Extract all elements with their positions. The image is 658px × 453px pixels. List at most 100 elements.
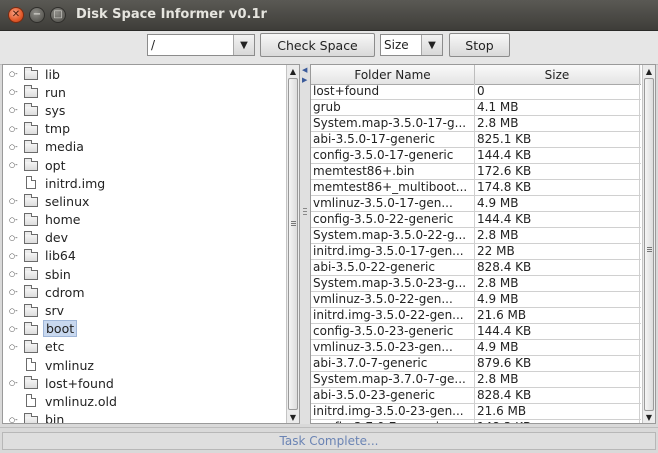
table-scrollbar[interactable]: ▲ ▼ xyxy=(642,65,655,423)
scroll-down-icon[interactable]: ▼ xyxy=(643,411,655,423)
table-row[interactable]: grub 4.1 MB xyxy=(311,100,641,116)
separator xyxy=(0,427,658,428)
tree-node[interactable]: ○- sbin xyxy=(3,265,285,283)
tree-scroll-thumb[interactable] xyxy=(288,78,298,410)
tree-node[interactable]: ○- home xyxy=(3,211,285,229)
table-row[interactable]: initrd.img-3.5.0-17-gen... 22 MB xyxy=(311,244,641,260)
collapse-right-icon[interactable]: ▶ xyxy=(302,76,307,84)
expand-toggle-icon[interactable]: ○- xyxy=(9,125,19,133)
tree-node[interactable]: ○- opt xyxy=(3,156,285,174)
folder-tree[interactable]: ○- lib ○- run ○- sys ○- tmp ○- media ○- opt initrd.i… xyxy=(3,65,285,423)
folder-icon xyxy=(23,158,39,172)
tree-node[interactable]: vmlinuz xyxy=(3,356,285,374)
expand-toggle-icon[interactable]: ○- xyxy=(9,288,19,296)
expand-toggle-icon[interactable]: ○- xyxy=(9,325,19,333)
table-row[interactable]: lost+found 0 xyxy=(311,84,641,100)
scroll-up-icon[interactable]: ▲ xyxy=(643,65,655,77)
table-row[interactable]: System.map-3.5.0-22-g... 2.8 MB xyxy=(311,228,641,244)
tree-node[interactable]: ○- lost+found xyxy=(3,374,285,392)
collapse-left-icon[interactable]: ◀ xyxy=(302,66,307,74)
table-body: lost+found 0 grub 4.1 MB System.map-3.5.0-17… xyxy=(311,84,641,423)
minimize-window-button[interactable]: − xyxy=(29,7,45,23)
table-row[interactable]: System.map-3.7.0-7-ge... 2.8 MB xyxy=(311,372,641,388)
table-row[interactable]: vmlinuz-3.5.0-23-gen... 4.9 MB xyxy=(311,340,641,356)
table-row[interactable]: abi-3.5.0-23-generic 828.4 KB xyxy=(311,388,641,404)
folder-icon xyxy=(23,376,39,390)
tree-node-label: media xyxy=(45,139,84,155)
table-scroll-thumb[interactable] xyxy=(644,78,654,411)
table-row[interactable]: initrd.img-3.5.0-22-gen... 21.6 MB xyxy=(311,308,641,324)
tree-node[interactable]: initrd.img xyxy=(3,174,285,192)
tree-node[interactable]: ○- lib xyxy=(3,65,285,83)
expand-toggle-icon[interactable]: ○- xyxy=(9,216,19,224)
tree-node-label: initrd.img xyxy=(45,175,106,191)
scroll-up-icon[interactable]: ▲ xyxy=(287,65,299,77)
scroll-down-icon[interactable]: ▼ xyxy=(287,411,299,423)
folder-name-cell: vmlinuz-3.5.0-23-gen... xyxy=(311,340,475,355)
table-row[interactable]: abi-3.5.0-22-generic 828.4 KB xyxy=(311,260,641,276)
folder-name-cell: vmlinuz-3.5.0-17-gen... xyxy=(311,196,475,211)
table-row[interactable]: abi-3.5.0-17-generic 825.1 KB xyxy=(311,132,641,148)
tree-scrollbar[interactable]: ▲ ▼ xyxy=(286,65,299,423)
check-space-button[interactable]: Check Space xyxy=(260,33,375,57)
chevron-down-icon[interactable]: ▼ xyxy=(233,35,254,55)
tree-node[interactable]: vmlinuz.old xyxy=(3,392,285,410)
chevron-down-icon[interactable]: ▼ xyxy=(421,35,442,55)
path-combobox[interactable]: / ▼ xyxy=(147,34,255,56)
expand-toggle-icon[interactable]: ○- xyxy=(9,416,19,423)
table-row[interactable]: vmlinuz-3.5.0-17-gen... 4.9 MB xyxy=(311,196,641,212)
stop-button[interactable]: Stop xyxy=(449,33,510,57)
tree-node[interactable]: ○- cdrom xyxy=(3,283,285,301)
folder-name-cell: System.map-3.5.0-17-g... xyxy=(311,116,475,131)
split-pane-divider[interactable]: ◀ ▶ xyxy=(300,64,310,424)
tree-node[interactable]: ○- run xyxy=(3,83,285,101)
expand-toggle-icon[interactable]: ○- xyxy=(9,197,19,205)
folder-tree-panel[interactable]: ○- lib ○- run ○- sys ○- tmp ○- media ○- opt initrd.i… xyxy=(2,64,300,424)
table-row[interactable]: System.map-3.5.0-17-g... 2.8 MB xyxy=(311,116,641,132)
folder-name-cell: memtest86+.bin xyxy=(311,164,475,179)
tree-node-label: dev xyxy=(45,230,69,246)
expand-toggle-icon[interactable]: ○- xyxy=(9,234,19,242)
sort-combobox[interactable]: Size ▼ xyxy=(380,34,443,56)
column-header-folder-name[interactable]: Folder Name xyxy=(311,65,475,84)
expand-toggle-icon[interactable]: ○- xyxy=(9,270,19,278)
table-row[interactable]: config-3.5.0-22-generic 144.4 KB xyxy=(311,212,641,228)
tree-node[interactable]: ○- boot xyxy=(3,320,285,338)
tree-node-label: vmlinuz xyxy=(45,357,94,373)
size-cell: 2.8 MB xyxy=(475,372,640,387)
expand-toggle-icon[interactable]: ○- xyxy=(9,252,19,260)
tree-node[interactable]: ○- srv xyxy=(3,301,285,319)
tree-node[interactable]: ○- bin xyxy=(3,411,285,423)
table-row[interactable]: initrd.img-3.5.0-23-gen... 21.6 MB xyxy=(311,404,641,420)
table-row[interactable]: vmlinuz-3.5.0-22-gen... 4.9 MB xyxy=(311,292,641,308)
table-row[interactable]: memtest86+_multiboot... 174.8 KB xyxy=(311,180,641,196)
expand-toggle-icon[interactable]: ○- xyxy=(9,379,19,387)
expand-toggle-icon[interactable]: ○- xyxy=(9,88,19,96)
expand-toggle-icon[interactable]: ○- xyxy=(9,161,19,169)
folder-name-cell: grub xyxy=(311,100,475,115)
tree-node[interactable]: ○- lib64 xyxy=(3,247,285,265)
folder-icon xyxy=(23,412,39,423)
table-row[interactable]: System.map-3.5.0-23-g... 2.8 MB xyxy=(311,276,641,292)
tree-node[interactable]: ○- dev xyxy=(3,229,285,247)
expand-toggle-icon[interactable]: ○- xyxy=(9,106,19,114)
table-row[interactable]: config-3.7.0-7-generic148.3 KB xyxy=(311,420,641,423)
tree-node[interactable]: ○- tmp xyxy=(3,120,285,138)
folder-name-cell: System.map-3.7.0-7-ge... xyxy=(311,372,475,387)
tree-node[interactable]: ○- media xyxy=(3,138,285,156)
expand-toggle-icon[interactable]: ○- xyxy=(9,307,19,315)
tree-node[interactable]: ○- etc xyxy=(3,338,285,356)
tree-node[interactable]: ○- sys xyxy=(3,101,285,119)
table-row[interactable]: abi-3.7.0-7-generic 879.6 KB xyxy=(311,356,641,372)
expand-toggle-icon[interactable]: ○- xyxy=(9,143,19,151)
tree-node[interactable]: ○- selinux xyxy=(3,192,285,210)
table-row[interactable]: config-3.5.0-17-generic 144.4 KB xyxy=(311,148,641,164)
column-header-size[interactable]: Size xyxy=(475,65,640,84)
size-cell: 2.8 MB xyxy=(475,228,640,243)
expand-toggle-icon[interactable]: ○- xyxy=(9,343,19,351)
table-row[interactable]: memtest86+.bin 172.6 KB xyxy=(311,164,641,180)
maximize-window-button[interactable]: □ xyxy=(50,7,66,23)
table-row[interactable]: config-3.5.0-23-generic 144.4 KB xyxy=(311,324,641,340)
close-window-button[interactable]: ✕ xyxy=(8,7,24,23)
expand-toggle-icon[interactable]: ○- xyxy=(9,70,19,78)
